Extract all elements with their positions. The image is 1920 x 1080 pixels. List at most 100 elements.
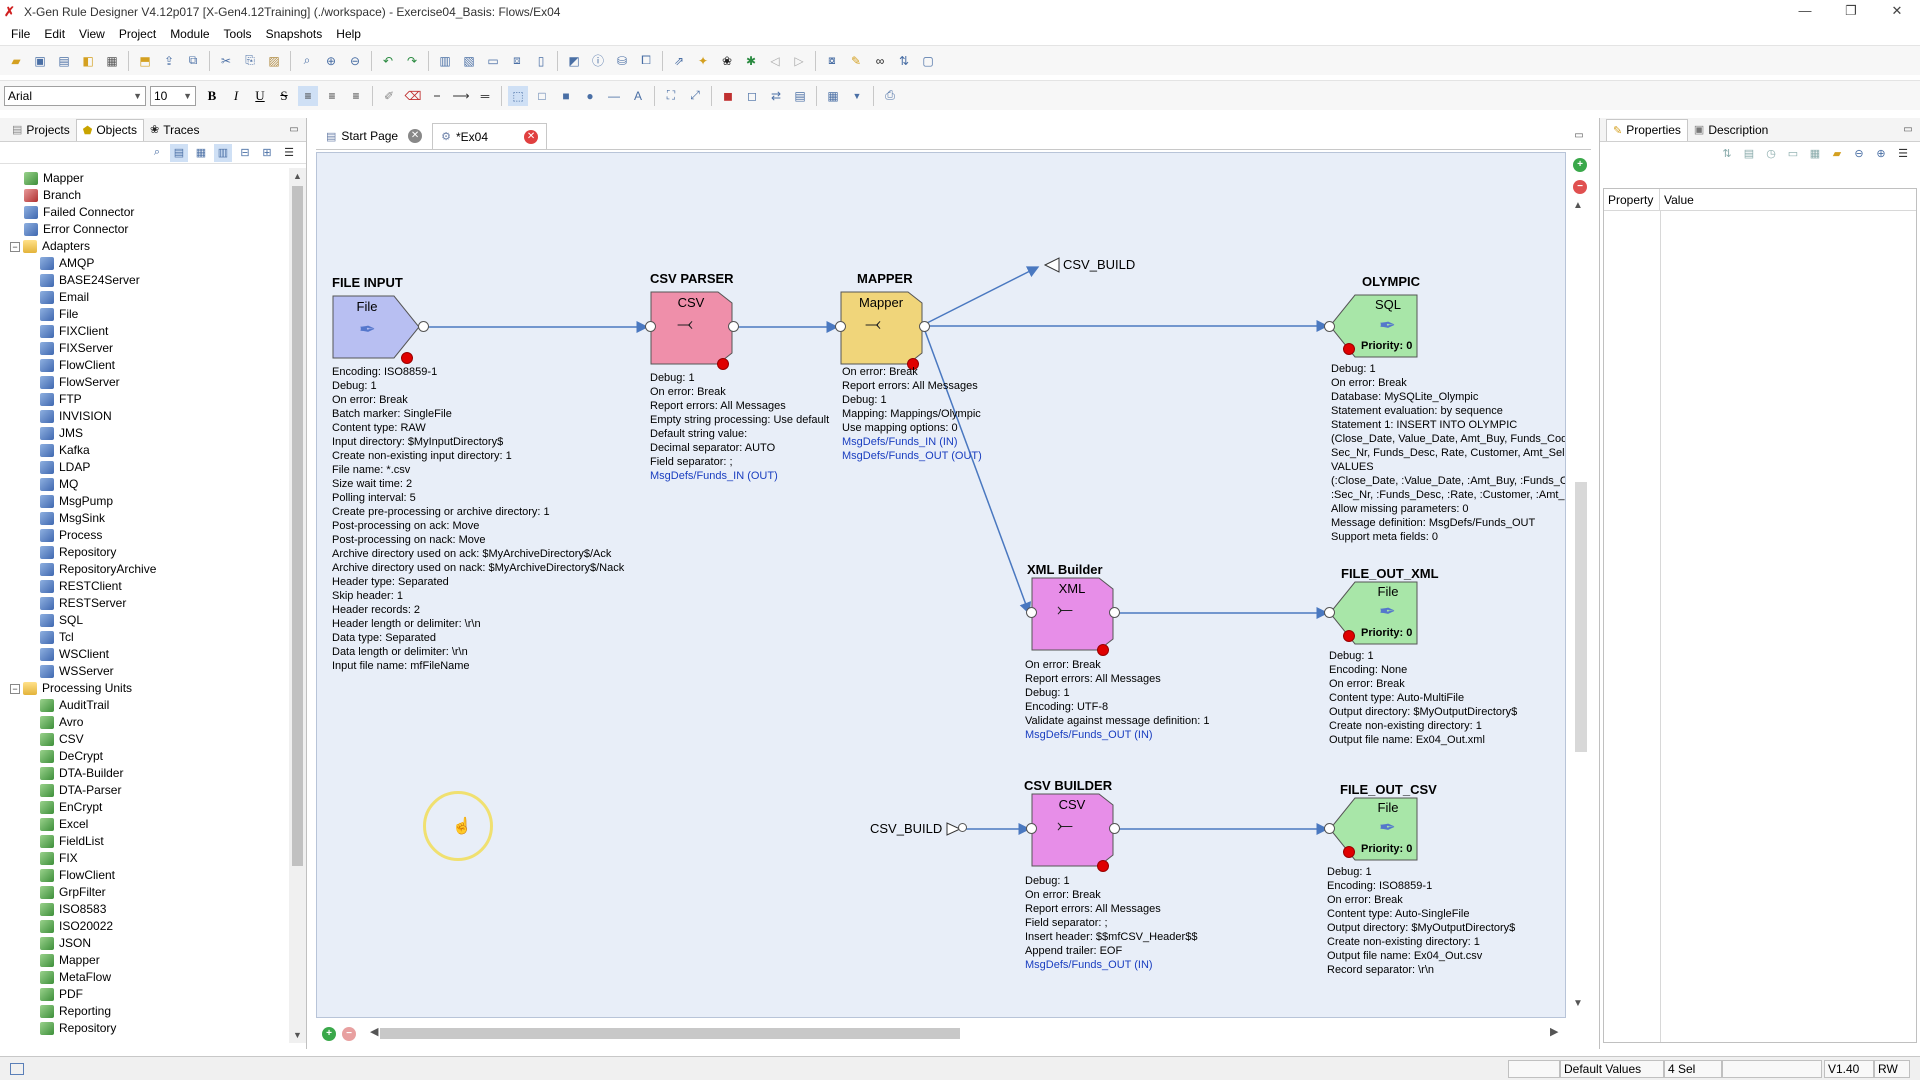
bold-button[interactable]: B — [202, 86, 222, 106]
add-icon[interactable]: + — [322, 1026, 336, 1041]
tree-item[interactable]: Branch — [0, 187, 288, 204]
grid-icon[interactable]: ▦ — [1806, 144, 1824, 162]
tree-item[interactable]: Reporting — [0, 1003, 288, 1020]
tab-properties[interactable]: ✎ Properties — [1606, 118, 1688, 141]
tree-item[interactable]: FlowClient — [0, 867, 288, 884]
view-detail-icon[interactable]: ▦ — [192, 144, 210, 162]
tree-item[interactable]: MsgSink — [0, 510, 288, 527]
tab-description[interactable]: ▣ Description — [1688, 119, 1774, 141]
tree-item[interactable]: Kafka — [0, 442, 288, 459]
align-left-icon[interactable]: ≡ — [298, 85, 318, 106]
file-out-xml-error-port[interactable] — [1343, 630, 1355, 642]
align-right-icon[interactable]: ≡ — [346, 86, 366, 106]
minimize-button[interactable]: — — [1782, 0, 1828, 24]
eraser-icon[interactable]: ⌫ — [403, 86, 423, 106]
add-icon[interactable]: + — [1573, 158, 1587, 172]
align-center-icon[interactable]: ≡ — [322, 86, 342, 106]
fit-icon[interactable]: ⛶ — [661, 86, 681, 106]
tab-traces[interactable]: ❀ Traces — [144, 119, 205, 141]
tree-item[interactable]: Excel — [0, 816, 288, 833]
file-out-csv-error-port[interactable] — [1343, 846, 1355, 858]
open-folder-icon[interactable]: ▰ — [6, 51, 26, 71]
tab-objects[interactable]: ⬟ Objects — [75, 118, 145, 141]
csv-build-output-label[interactable]: CSV_BUILD — [1063, 257, 1135, 272]
csv-build-input-port[interactable] — [958, 823, 967, 832]
close-icon[interactable]: ✕ — [524, 129, 539, 144]
scroll-up-icon[interactable]: ▲ — [289, 168, 306, 184]
collapse-icon[interactable]: − — [10, 683, 20, 694]
windows-icon[interactable]: ⧠ — [636, 51, 656, 71]
csv-build-input-label[interactable]: CSV_BUILD — [870, 821, 942, 836]
grid-menu-icon[interactable]: ▼ — [847, 86, 867, 106]
window-icon[interactable]: ▭ — [1784, 144, 1802, 162]
database-icon[interactable]: ⛁ — [612, 51, 632, 71]
message-definition-link[interactable]: MsgDefs/Funds_IN (IN) — [842, 435, 982, 449]
column-value[interactable]: Value — [1660, 193, 1694, 207]
xml-builder-out-port[interactable] — [1109, 607, 1120, 618]
scroll-left-icon[interactable]: ◀ — [370, 1025, 378, 1038]
redo-icon[interactable]: ↷ — [402, 51, 422, 71]
menu-tools[interactable]: Tools — [217, 27, 259, 41]
swap-icon[interactable]: ⇄ — [766, 86, 786, 106]
collapse-icon[interactable]: − — [10, 241, 20, 252]
undo-icon[interactable]: ↶ — [378, 51, 398, 71]
tree-item[interactable]: AMQP — [0, 255, 288, 272]
tree-item[interactable]: INVISION — [0, 408, 288, 425]
network-icon[interactable]: ⧈ — [507, 51, 527, 71]
canvas-vertical-scrollbar[interactable] — [1575, 482, 1587, 752]
panel-icon[interactable]: ▧ — [459, 51, 479, 71]
remove-icon[interactable]: − — [342, 1026, 356, 1041]
tree-item[interactable]: FIX — [0, 850, 288, 867]
message-definition-link[interactable]: MsgDefs/Funds_OUT (IN) — [1025, 728, 1209, 742]
binoculars-icon[interactable]: ∞ — [870, 51, 890, 71]
tree-item[interactable]: Email — [0, 289, 288, 306]
tree-item[interactable]: ISO8583 — [0, 901, 288, 918]
olympic-error-port[interactable] — [1343, 343, 1355, 355]
tree-item[interactable]: Repository — [0, 544, 288, 561]
tree-item[interactable]: RESTClient — [0, 578, 288, 595]
tree-item[interactable]: RESTServer — [0, 595, 288, 612]
export-icon[interactable]: ◧ — [78, 51, 98, 71]
tree-item[interactable]: MQ — [0, 476, 288, 493]
tree-item[interactable]: RepositoryArchive — [0, 561, 288, 578]
copy-icon[interactable]: ⎘ — [240, 51, 260, 71]
save-icon[interactable]: ▣ — [30, 51, 50, 71]
align-objects-icon[interactable]: ▤ — [790, 86, 810, 106]
chart-icon[interactable]: ◩ — [564, 51, 584, 71]
close-icon[interactable]: ✕ — [408, 129, 423, 143]
filled-rectangle-icon[interactable]: ■ — [556, 86, 576, 106]
forward-icon[interactable]: ▷ — [789, 51, 809, 71]
menu-edit[interactable]: Edit — [37, 27, 72, 41]
tree-item[interactable]: WSClient — [0, 646, 288, 663]
tab-projects[interactable]: ▤ Projects — [6, 119, 76, 141]
csv-parser-error-port[interactable] — [717, 358, 729, 370]
property-grid[interactable]: Property Value — [1603, 188, 1917, 1043]
print-preview-icon[interactable]: ⎙ — [880, 86, 900, 106]
collapse-all-icon[interactable]: ⊟ — [236, 144, 254, 162]
message-definition-link[interactable]: MsgDefs/Funds_IN (OUT) — [650, 469, 829, 483]
category-icon[interactable]: ▤ — [1740, 144, 1758, 162]
tree-item[interactable]: FieldList — [0, 833, 288, 850]
clock-icon[interactable]: ◷ — [1762, 144, 1780, 162]
tree-item[interactable]: Avro — [0, 714, 288, 731]
tree-item[interactable]: PDF — [0, 986, 288, 1003]
mapper-in-port[interactable] — [835, 321, 846, 332]
back-icon[interactable]: ◁ — [765, 51, 785, 71]
monitor-icon[interactable]: ▢ — [918, 51, 938, 71]
underline-button[interactable]: U — [250, 86, 270, 106]
paw-icon[interactable]: ❀ — [717, 51, 737, 71]
document-icon[interactable]: ▯ — [531, 51, 551, 71]
folder-icon[interactable]: ▰ — [1828, 144, 1846, 162]
paste-icon[interactable]: ▨ — [264, 51, 284, 71]
brush-icon[interactable]: ✎ — [846, 51, 866, 71]
tree-item[interactable]: Repository — [0, 1020, 288, 1037]
panel-icon[interactable] — [10, 1062, 24, 1075]
xml-builder-in-port[interactable] — [1026, 607, 1037, 618]
view-list-icon[interactable]: ▤ — [170, 143, 188, 162]
tree-item[interactable]: JMS — [0, 425, 288, 442]
line-icon[interactable]: — — [604, 86, 624, 106]
scrollbar-thumb[interactable] — [292, 186, 303, 866]
font-family-select[interactable]: Arial ▼ — [4, 85, 146, 106]
share-icon[interactable]: ⇗ — [669, 51, 689, 71]
menu-file[interactable]: File — [4, 27, 37, 41]
